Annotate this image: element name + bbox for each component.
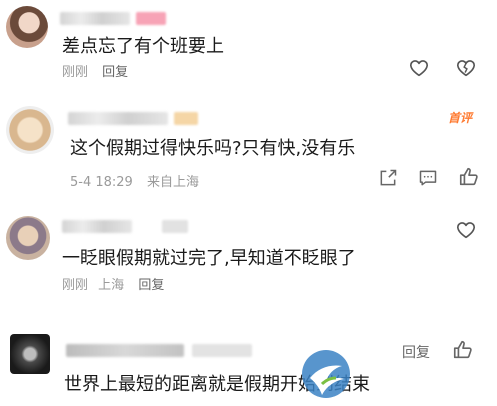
comment-meta: 5-4 18:29 来自上海 <box>70 171 209 190</box>
avatar[interactable] <box>10 334 50 374</box>
comment-location: 来自上海 <box>146 175 199 190</box>
avatar[interactable] <box>6 106 54 154</box>
comment-text: 一眨眼假期就过完了,早知道不眨眼了 <box>62 248 356 269</box>
username[interactable] <box>68 112 168 125</box>
username[interactable] <box>60 12 130 25</box>
message-icon[interactable] <box>418 168 438 188</box>
avatar[interactable] <box>6 216 50 260</box>
heart-icon[interactable] <box>408 57 430 79</box>
comment-item: 首评 这个假期过得快乐吗?只有快,没有乐 5-4 18:29 来自上海 <box>0 100 497 200</box>
comment-item: 回复 世界上最短的距离就是假期开始到结束 <box>0 330 497 406</box>
comment-location: 上海 <box>98 278 125 293</box>
avatar[interactable] <box>6 6 48 48</box>
comment-item: 差点忘了有个班要上 刚刚 回复 <box>0 0 497 90</box>
username[interactable] <box>66 344 184 357</box>
comment-time: 刚刚 <box>62 65 89 80</box>
heart-icon[interactable] <box>455 219 477 241</box>
username[interactable] <box>62 220 132 233</box>
comment-time: 5-4 18:29 <box>70 175 133 190</box>
thumb-up-icon[interactable] <box>452 339 474 361</box>
comment-time: 刚刚 <box>62 278 89 293</box>
comment-text: 这个假期过得快乐吗?只有快,没有乐 <box>70 138 356 159</box>
broken-heart-icon[interactable] <box>455 57 477 79</box>
share-icon[interactable] <box>378 168 398 188</box>
user-badge <box>174 112 198 125</box>
comment-meta: 刚刚 上海 回复 <box>62 274 174 293</box>
user-badge <box>162 220 188 233</box>
reply-button[interactable]: 回复 <box>138 278 164 293</box>
reply-button[interactable]: 回复 <box>402 342 430 362</box>
reply-button[interactable]: 回复 <box>102 65 128 80</box>
comment-meta: 刚刚 回复 <box>62 61 138 80</box>
user-badge <box>136 12 166 25</box>
watermark-logo <box>300 348 352 400</box>
comment-item: 一眨眼假期就过完了,早知道不眨眼了 刚刚 上海 回复 <box>0 210 497 320</box>
first-comment-badge: 首评 <box>448 111 473 125</box>
comment-text: 差点忘了有个班要上 <box>62 36 224 57</box>
thumb-up-icon[interactable] <box>458 166 480 188</box>
user-badge <box>192 344 252 357</box>
